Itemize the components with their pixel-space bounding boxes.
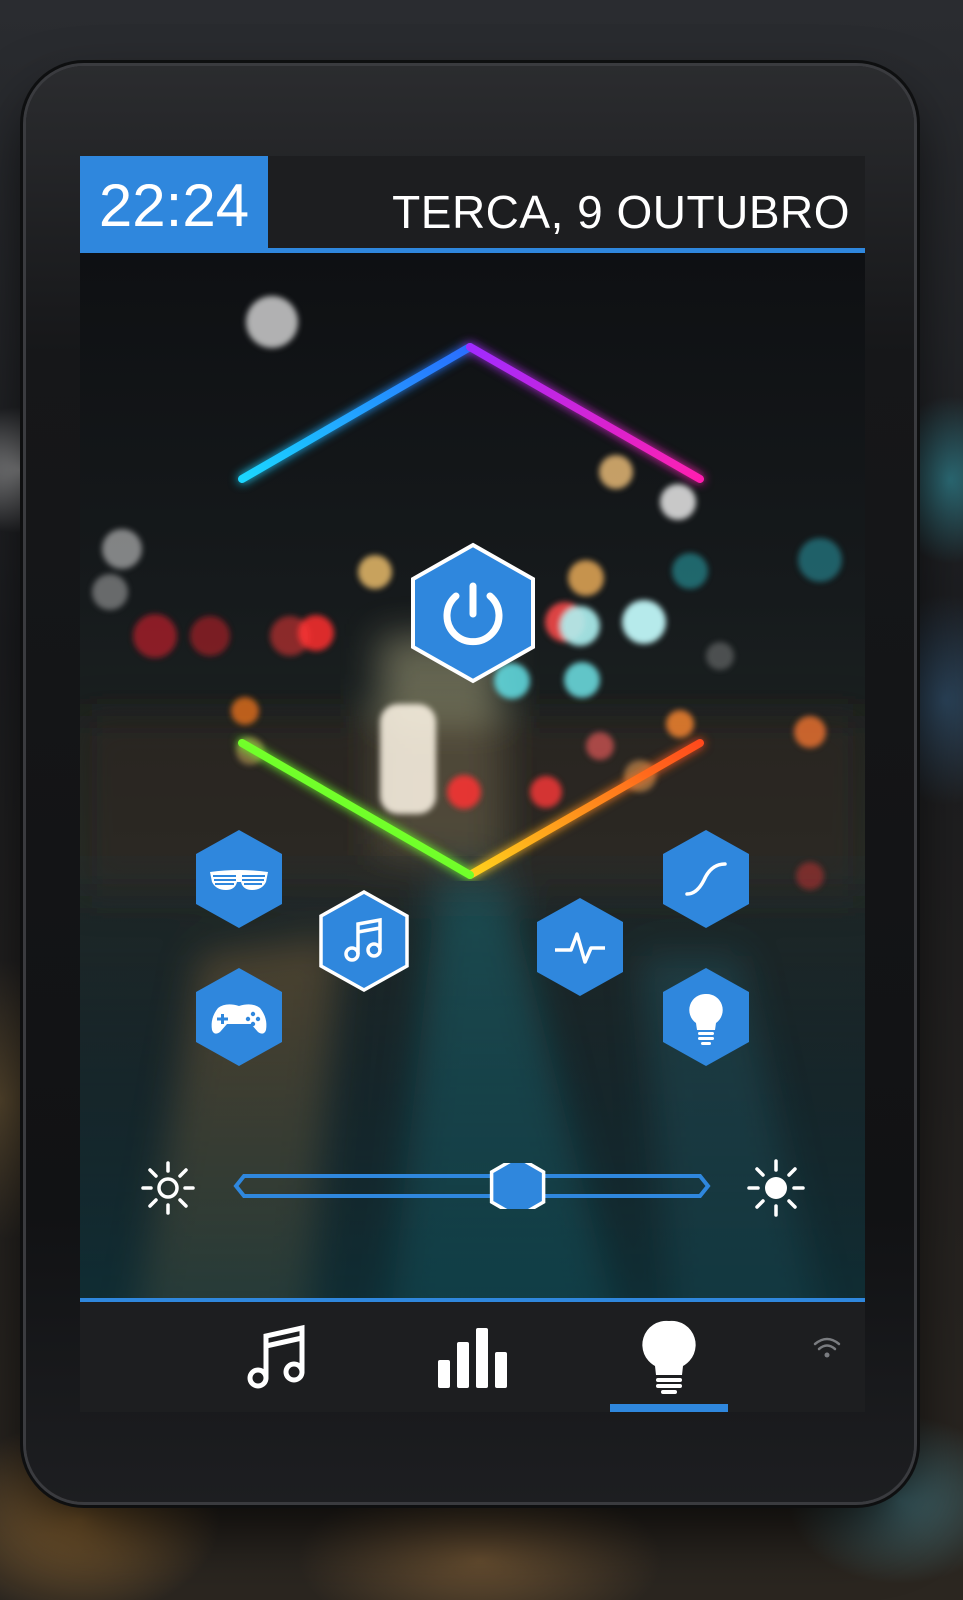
clock: 22:24 bbox=[80, 156, 268, 253]
pulse-mode-button[interactable] bbox=[537, 898, 623, 996]
light-mode-button[interactable] bbox=[663, 968, 749, 1066]
tab-lights[interactable] bbox=[610, 1302, 728, 1412]
tab-music[interactable] bbox=[218, 1302, 336, 1412]
party-mode-button[interactable] bbox=[196, 830, 282, 928]
power-button[interactable] bbox=[410, 542, 536, 684]
fade-mode-button[interactable] bbox=[663, 830, 749, 928]
equalizer-icon bbox=[438, 1328, 507, 1388]
header-divider bbox=[80, 248, 865, 253]
sun-low-icon bbox=[141, 1161, 195, 1215]
brightness-slider[interactable] bbox=[232, 1163, 712, 1209]
game-mode-button[interactable] bbox=[196, 968, 282, 1066]
tab-equalizer[interactable] bbox=[413, 1302, 531, 1412]
wifi-icon bbox=[813, 1337, 841, 1358]
status-header: 22:24 TERCA, 9 OUTUBRO bbox=[80, 156, 865, 253]
bulb-icon bbox=[642, 1320, 696, 1394]
music-mode-button[interactable] bbox=[319, 890, 409, 992]
date-label: TERCA, 9 OUTUBRO bbox=[392, 186, 850, 238]
music-icon bbox=[247, 1324, 305, 1389]
screen: 22:24 TERCA, 9 OUTUBRO bbox=[80, 156, 865, 1412]
sun-high-icon bbox=[747, 1159, 805, 1217]
active-tab-indicator bbox=[610, 1404, 728, 1412]
slider-thumb[interactable] bbox=[489, 1163, 546, 1209]
bottom-nav bbox=[80, 1298, 865, 1412]
